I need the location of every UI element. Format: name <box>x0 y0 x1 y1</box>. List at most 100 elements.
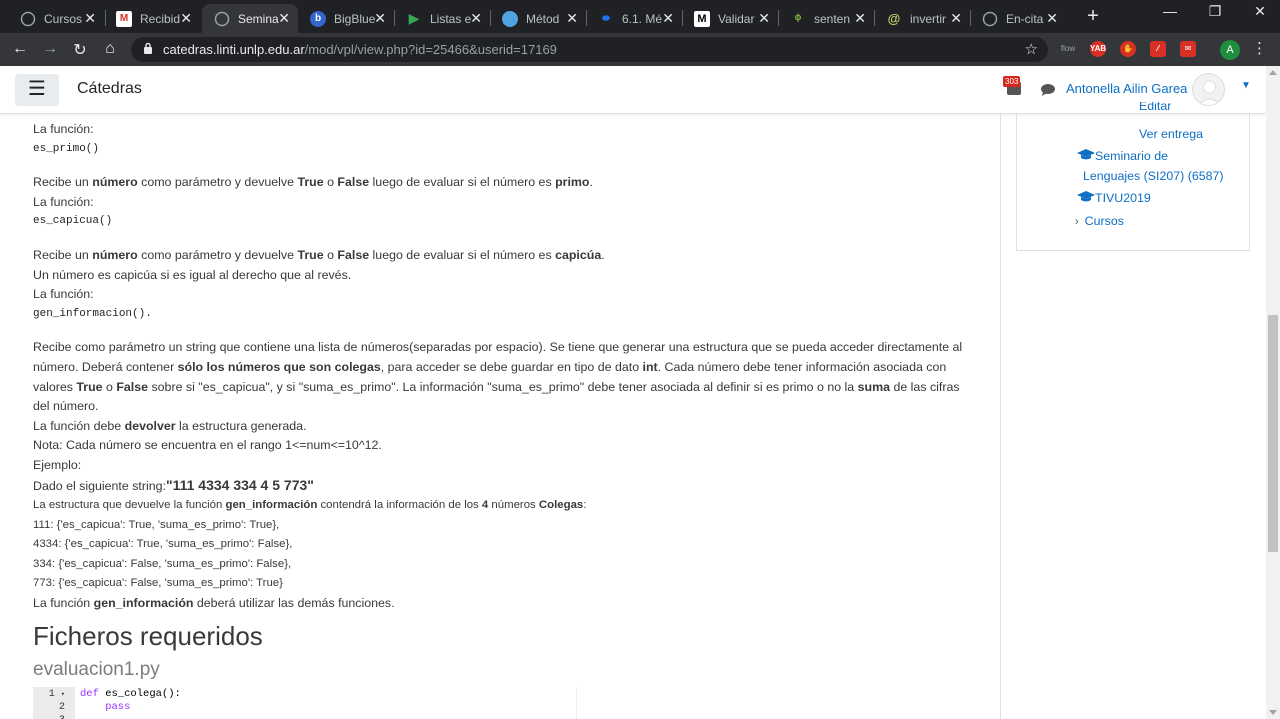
browser-toolbar: ← → ↻ ⌂ catedras.linti.unlp.edu.ar/mod/v… <box>0 33 1280 66</box>
browser-tab[interactable]: @ invertir ✕ <box>874 4 970 33</box>
text-line: La función debe devolver la estructura g… <box>33 418 307 433</box>
page-scrollbar[interactable] <box>1266 66 1280 719</box>
tab-title: invertir <box>910 11 947 26</box>
new-tab-button[interactable]: + <box>1083 5 1103 28</box>
restore-icon[interactable]: ❐ <box>1195 3 1235 20</box>
close-tab-icon[interactable]: ✕ <box>662 10 674 27</box>
address-bar[interactable]: catedras.linti.unlp.edu.ar/mod/vpl/view.… <box>131 37 1048 62</box>
result-line: 334: {'es_capicua': False, 'suma_es_prim… <box>33 557 292 570</box>
sidebar-link-cursos[interactable]: › Cursos <box>1075 212 1124 230</box>
close-tab-icon[interactable]: ✕ <box>566 10 578 27</box>
text-line: La función: <box>33 122 94 136</box>
close-tab-icon[interactable]: ✕ <box>180 10 192 27</box>
browser-menu-icon[interactable]: ⋮ <box>1252 39 1267 57</box>
site-brand[interactable]: Cátedras <box>77 80 142 98</box>
scroll-thumb[interactable] <box>1268 315 1278 552</box>
close-tab-icon[interactable]: ✕ <box>374 10 386 27</box>
function-name: gen_informacion(). <box>33 307 152 320</box>
function-name: es_capicua() <box>33 215 113 228</box>
description-paragraph: Recibe como parámetro un string que cont… <box>33 340 963 414</box>
notifications-button[interactable]: 303 <box>1003 76 1023 97</box>
play-icon: ▶ <box>408 10 420 26</box>
mail-extension-icon[interactable]: ✉ <box>1180 41 1196 57</box>
browser-tab[interactable]: b BigBlue ✕ <box>298 4 394 33</box>
file-name-heading: evaluacion1.py <box>33 659 160 680</box>
text-line: La función: <box>33 194 94 209</box>
pdf-extension-icon[interactable]: ⁄ <box>1150 41 1166 57</box>
assignment-description: La función: es_primo() Recibe un número … <box>33 120 973 614</box>
profile-avatar[interactable]: A <box>1220 40 1240 60</box>
close-tab-icon[interactable]: ✕ <box>1046 10 1058 27</box>
messages-icon[interactable] <box>1040 83 1056 96</box>
globe-icon <box>214 11 230 27</box>
user-avatar[interactable] <box>1192 73 1225 106</box>
main-region: La función: es_primo() Recibe un número … <box>0 114 1001 719</box>
flow-extension-icon[interactable]: flow <box>1058 41 1078 57</box>
code-line: pass <box>80 701 131 713</box>
circle-icon <box>502 10 518 27</box>
sidebar-course-seminario[interactable]: Seminario de <box>1077 147 1168 165</box>
close-tab-icon[interactable]: ✕ <box>84 10 96 27</box>
minimize-icon[interactable]: — <box>1150 3 1190 19</box>
lock-icon <box>144 42 152 54</box>
close-tab-icon[interactable]: ✕ <box>950 10 962 27</box>
required-files-heading: Ficheros requeridos <box>33 621 263 651</box>
browser-tab[interactable]: ᶲ senten ✕ <box>778 4 874 33</box>
reload-icon[interactable]: ↻ <box>70 40 90 60</box>
tab-title: 6.1. Mé <box>622 11 663 26</box>
close-window-icon[interactable]: ✕ <box>1240 3 1280 20</box>
home-icon[interactable]: ⌂ <box>100 40 120 58</box>
description-paragraph: Recibe un número como parámetro y devuel… <box>33 175 593 190</box>
close-tab-icon[interactable]: ✕ <box>278 10 290 27</box>
text-line: La función gen_información deberá utiliz… <box>33 596 395 611</box>
text-line: La función: <box>33 287 94 302</box>
result-line: 111: {'es_capicua': True, 'suma_es_primo… <box>33 518 280 531</box>
gmail-icon: M <box>116 10 132 27</box>
adblock-extension-icon[interactable]: ✋ <box>1120 41 1136 57</box>
function-name: es_primo() <box>33 142 100 155</box>
bookmark-star-icon[interactable]: ☆ <box>1025 40 1038 58</box>
user-name[interactable]: Antonella Ailin Garea <box>1066 81 1187 96</box>
text-line: La estructura que devuelve la función ge… <box>33 499 587 512</box>
browser-tab[interactable]: M Recibid ✕ <box>104 4 200 33</box>
tab-title: senten <box>814 11 851 26</box>
sidebar-link-editar[interactable]: Editar <box>1139 102 1171 116</box>
close-tab-icon[interactable]: ✕ <box>854 10 866 27</box>
notification-count-badge: 303 <box>1003 76 1021 87</box>
scroll-up-icon[interactable] <box>1269 70 1277 75</box>
chevron-right-icon: › <box>1075 216 1079 228</box>
tab-title: Métod <box>526 11 560 26</box>
result-line: 773: {'es_capicua': False, 'suma_es_prim… <box>33 577 283 590</box>
scroll-down-icon[interactable] <box>1269 710 1277 715</box>
example-string: "111 4334 334 4 5 773" <box>165 476 314 493</box>
text-line: Nota: Cada número se encuentra en el ran… <box>33 438 382 453</box>
description-paragraph: Recibe un número como parámetro y devuel… <box>33 247 605 262</box>
sidebar-link-ver-entrega[interactable]: Ver entrega <box>1139 125 1203 143</box>
browser-tab-active[interactable]: Semina ✕ <box>202 4 298 33</box>
text-line: Dado el siguiente string:"111 4334 334 4… <box>33 476 314 493</box>
forward-icon[interactable]: → <box>40 40 60 58</box>
url-text: catedras.linti.unlp.edu.ar/mod/vpl/view.… <box>163 42 557 57</box>
close-tab-icon[interactable]: ✕ <box>470 10 482 27</box>
hamburger-menu-button[interactable]: ☰ <box>15 74 59 106</box>
yab-extension-icon[interactable]: YAB <box>1090 41 1106 57</box>
result-line: 4334: {'es_capicua': True, 'suma_es_prim… <box>33 538 293 551</box>
tab-title: Recibid <box>140 11 181 26</box>
browser-tab[interactable]: Métod ✕ <box>490 4 586 33</box>
browser-tab[interactable]: ▶ Listas e ✕ <box>394 4 490 33</box>
browser-tab[interactable]: Cursos ✕ <box>8 4 104 33</box>
browser-tab[interactable]: M Validar ✕ <box>682 4 778 33</box>
close-tab-icon[interactable]: ✕ <box>758 10 770 27</box>
swirl-icon: @ <box>887 11 901 26</box>
sidebar-course-tivu[interactable]: TIVU2019 <box>1077 189 1151 207</box>
browser-tab[interactable]: ⬬ 6.1. Mé ✕ <box>586 4 682 33</box>
tab-title: Semina <box>238 11 279 26</box>
leaf-icon: ᶲ <box>794 11 802 26</box>
code-editor[interactable]: 1 ▾ 2 3 def es_colega(): pass <box>33 687 577 719</box>
tab-title: Validar <box>718 11 755 26</box>
code-line: def es_colega(): <box>80 688 181 700</box>
user-menu-caret-icon[interactable]: ▼ <box>1241 80 1251 91</box>
sidebar-course-seminario-line2[interactable]: Lenguajes (SI207) (6587) <box>1083 167 1224 185</box>
browser-tab[interactable]: En-cita ✕ <box>970 4 1066 33</box>
back-icon[interactable]: ← <box>10 40 30 58</box>
